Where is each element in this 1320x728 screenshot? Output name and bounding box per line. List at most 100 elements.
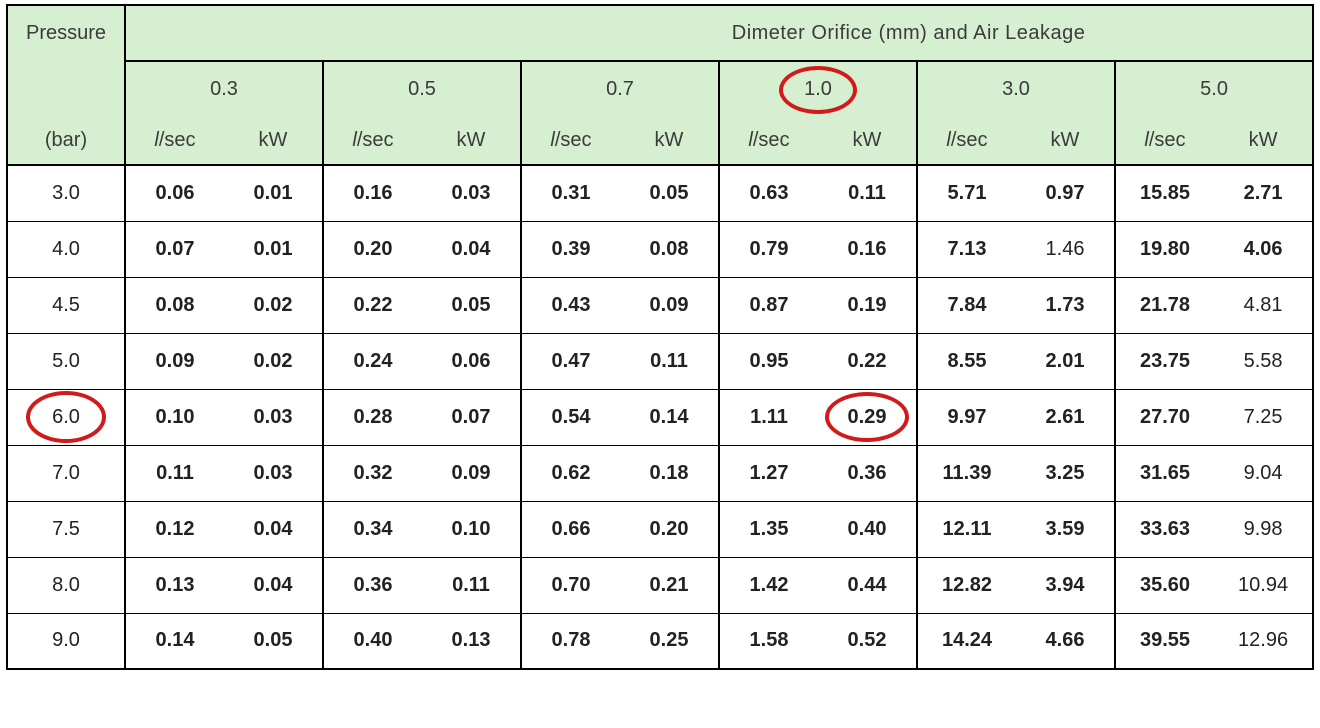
- value-cell: 15.85: [1115, 165, 1214, 221]
- pressure-label: Pressure: [7, 5, 125, 61]
- value-cell: 0.36: [818, 445, 917, 501]
- value-cell: 0.19: [818, 277, 917, 333]
- value-cell: 9.97: [917, 389, 1016, 445]
- pressure-cell: 4.0: [7, 221, 125, 277]
- unit-power: kW: [1016, 117, 1115, 165]
- value-cell: 0.32: [323, 445, 422, 501]
- value-cell: 0.01: [224, 221, 323, 277]
- value-cell: 0.04: [224, 557, 323, 613]
- value-cell: 12.11: [917, 501, 1016, 557]
- value-cell: 7.84: [917, 277, 1016, 333]
- value-cell: 0.70: [521, 557, 620, 613]
- value-cell: 0.09: [620, 277, 719, 333]
- value-cell: 0.03: [422, 165, 521, 221]
- value-cell: 0.10: [125, 389, 224, 445]
- value-cell: 5.71: [917, 165, 1016, 221]
- value-cell: 0.07: [125, 221, 224, 277]
- table-row: 9.00.140.050.400.130.780.251.580.5214.24…: [7, 613, 1313, 669]
- value-cell: 4.81: [1214, 277, 1313, 333]
- value-cell: 0.08: [620, 221, 719, 277]
- value-cell: 0.14: [620, 389, 719, 445]
- highlight-circle-icon: [779, 66, 857, 114]
- diameter-header: 0.5: [323, 61, 521, 117]
- value-cell: 0.05: [620, 165, 719, 221]
- value-cell: 7.13: [917, 221, 1016, 277]
- value-cell: 0.47: [521, 333, 620, 389]
- value-cell: 0.10: [422, 501, 521, 557]
- value-cell: 0.05: [422, 277, 521, 333]
- value-cell: 0.02: [224, 277, 323, 333]
- value-cell: 0.11: [620, 333, 719, 389]
- value-cell: 27.70: [1115, 389, 1214, 445]
- value-cell: 0.87: [719, 277, 818, 333]
- unit-flow: l/sec: [323, 117, 422, 165]
- diameter-header: 1.0: [719, 61, 917, 117]
- value-cell: 0.04: [224, 501, 323, 557]
- value-cell: 0.40: [323, 613, 422, 669]
- value-cell: 0.03: [224, 445, 323, 501]
- value-cell: 0.63: [719, 165, 818, 221]
- table-row: 7.50.120.040.340.100.660.201.350.4012.11…: [7, 501, 1313, 557]
- table-row: 4.50.080.020.220.050.430.090.870.197.841…: [7, 277, 1313, 333]
- value-cell: 0.29: [818, 389, 917, 445]
- table-row: 3.00.060.010.160.030.310.050.630.115.710…: [7, 165, 1313, 221]
- value-cell: 0.79: [719, 221, 818, 277]
- value-cell: 0.09: [125, 333, 224, 389]
- unit-power: kW: [818, 117, 917, 165]
- air-leakage-table: Pressure Dimeter Orifice (mm) and Air Le…: [6, 4, 1314, 670]
- unit-power: kW: [224, 117, 323, 165]
- value-cell: 0.97: [1016, 165, 1115, 221]
- unit-power: kW: [620, 117, 719, 165]
- value-cell: 0.02: [224, 333, 323, 389]
- banner-label: Dimeter Orifice (mm) and Air Leakage: [125, 5, 1313, 61]
- value-cell: 19.80: [1115, 221, 1214, 277]
- value-cell: 1.58: [719, 613, 818, 669]
- table-row: 7.00.110.030.320.090.620.181.270.3611.39…: [7, 445, 1313, 501]
- value-cell: 0.07: [422, 389, 521, 445]
- value-cell: 3.94: [1016, 557, 1115, 613]
- diameter-header: 0.3: [125, 61, 323, 117]
- unit-power: kW: [422, 117, 521, 165]
- value-cell: 8.55: [917, 333, 1016, 389]
- value-cell: 3.25: [1016, 445, 1115, 501]
- diameter-header: 0.7: [521, 61, 719, 117]
- value-cell: 0.06: [125, 165, 224, 221]
- value-cell: 4.66: [1016, 613, 1115, 669]
- table-row: 8.00.130.040.360.110.700.211.420.4412.82…: [7, 557, 1313, 613]
- value-cell: 0.05: [224, 613, 323, 669]
- value-cell: 0.21: [620, 557, 719, 613]
- pressure-unit: (bar): [7, 117, 125, 165]
- diameter-header: 5.0: [1115, 61, 1313, 117]
- value-cell: 9.98: [1214, 501, 1313, 557]
- table-body: 3.00.060.010.160.030.310.050.630.115.710…: [7, 165, 1313, 669]
- pressure-cell: 5.0: [7, 333, 125, 389]
- value-cell: 0.25: [620, 613, 719, 669]
- value-cell: 0.34: [323, 501, 422, 557]
- value-cell: 12.96: [1214, 613, 1313, 669]
- value-cell: 0.44: [818, 557, 917, 613]
- value-cell: 0.11: [125, 445, 224, 501]
- unit-flow: l/sec: [1115, 117, 1214, 165]
- value-cell: 0.40: [818, 501, 917, 557]
- value-cell: 0.54: [521, 389, 620, 445]
- value-cell: 2.01: [1016, 333, 1115, 389]
- value-cell: 23.75: [1115, 333, 1214, 389]
- table-header: Pressure Dimeter Orifice (mm) and Air Le…: [7, 5, 1313, 165]
- value-cell: 1.35: [719, 501, 818, 557]
- value-cell: 0.95: [719, 333, 818, 389]
- value-cell: 14.24: [917, 613, 1016, 669]
- value-cell: 0.31: [521, 165, 620, 221]
- unit-power: kW: [1214, 117, 1313, 165]
- value-cell: 0.01: [224, 165, 323, 221]
- value-cell: 0.22: [323, 277, 422, 333]
- value-cell: 0.08: [125, 277, 224, 333]
- unit-flow: l/sec: [125, 117, 224, 165]
- value-cell: 2.71: [1214, 165, 1313, 221]
- table-row: 4.00.070.010.200.040.390.080.790.167.131…: [7, 221, 1313, 277]
- pressure-cell: 7.0: [7, 445, 125, 501]
- value-cell: 12.82: [917, 557, 1016, 613]
- value-cell: 0.39: [521, 221, 620, 277]
- unit-flow: l/sec: [521, 117, 620, 165]
- value-cell: 1.11: [719, 389, 818, 445]
- value-cell: 1.27: [719, 445, 818, 501]
